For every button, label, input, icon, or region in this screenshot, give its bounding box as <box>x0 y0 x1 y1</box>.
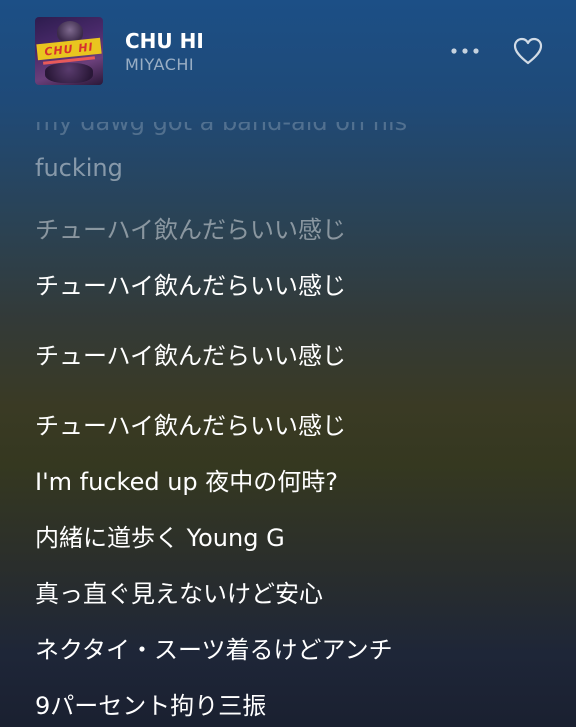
more-horizontal-icon <box>451 48 479 54</box>
album-art-figure-lower <box>45 63 93 83</box>
lyric-line[interactable]: 真っ直ぐ見えないけど安心 <box>35 574 323 609</box>
like-button[interactable] <box>511 35 545 67</box>
lyric-line[interactable]: my dawg got a band-aid on his <box>35 122 407 136</box>
lyric-line[interactable]: チューハイ飲んだらいい感じ <box>35 266 346 301</box>
lyric-line[interactable]: チューハイ飲んだらいい感じ <box>35 210 346 245</box>
lyric-line[interactable]: ネクタイ・スーツ着るけどアンチ <box>35 630 393 665</box>
track-artist[interactable]: MIYACHI <box>125 55 194 74</box>
heart-outline-icon <box>513 37 543 65</box>
lyric-line[interactable]: fucking <box>35 154 123 182</box>
lyric-line[interactable]: 内緒に道歩く Young G <box>35 518 285 553</box>
lyric-line[interactable]: チューハイ飲んだらいい感じ <box>35 336 346 371</box>
more-options-button[interactable] <box>449 39 481 63</box>
album-art[interactable]: CHU HI <box>35 17 103 85</box>
lyric-line[interactable]: チューハイ飲んだらいい感じ <box>35 406 346 441</box>
lyric-clip: my dawg got a band-aid on his <box>35 122 555 148</box>
lyric-line[interactable]: I'm fucked up 夜中の何時? <box>35 462 338 497</box>
album-art-title-text: CHU HI <box>43 39 95 59</box>
track-title: CHU HI <box>125 29 204 53</box>
now-playing-header: CHU HI CHU HI MIYACHI <box>35 17 545 87</box>
lyric-line[interactable]: 9パーセント拘り三振 <box>35 686 266 721</box>
